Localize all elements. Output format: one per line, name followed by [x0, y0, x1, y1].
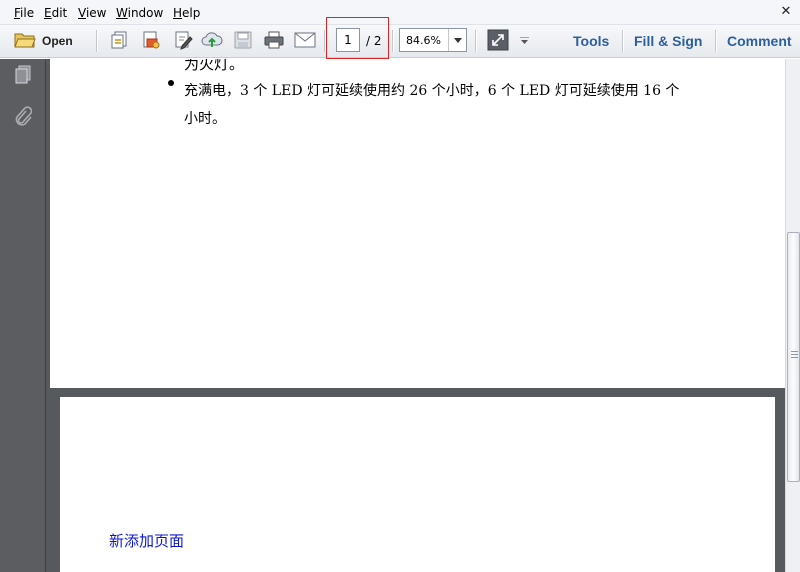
toolbar-separator — [715, 30, 716, 52]
save-icon — [233, 30, 253, 53]
menu-file[interactable]: File — [14, 6, 34, 20]
print-icon — [263, 30, 285, 53]
email-button[interactable] — [292, 29, 318, 53]
toolbar-separator — [475, 30, 476, 52]
edit-pdf-button[interactable] — [171, 29, 195, 53]
email-icon — [294, 32, 316, 51]
fit-page-icon — [487, 29, 509, 54]
bullet-point — [168, 80, 174, 86]
export-pdf-icon — [141, 30, 161, 53]
create-pdf-button[interactable] — [107, 29, 131, 53]
upload-cloud-button[interactable] — [200, 29, 224, 53]
toolbar-separator — [622, 30, 623, 52]
menu-bar: File Edit View Window Help ✕ — [0, 0, 800, 25]
attachments-icon — [14, 105, 33, 130]
close-window-button[interactable]: ✕ — [778, 4, 794, 19]
more-tools-icon — [519, 34, 529, 48]
zoom-value: 84.6% — [406, 34, 441, 47]
page-total-label: / 2 — [366, 34, 382, 48]
page-number-input[interactable]: 1 — [336, 28, 360, 52]
document-viewer[interactable]: 为火灯。 充满电，3 个 LED 灯可延续使用约 26 个小时，6 个 LED … — [46, 59, 785, 572]
toolbar-separator — [96, 30, 97, 52]
attachments-button[interactable] — [11, 105, 35, 129]
menu-edit[interactable]: Edit — [44, 6, 67, 20]
scrollbar-grip — [791, 354, 798, 355]
fit-page-button[interactable] — [486, 29, 510, 53]
scrollbar-grip — [791, 351, 798, 352]
create-pdf-icon — [109, 30, 129, 53]
bullet-text: 充满电，3 个 LED 灯可延续使用约 26 个小时，6 个 LED 灯可延续使… — [184, 83, 680, 127]
edit-pdf-icon — [173, 30, 193, 53]
navigation-pane — [0, 59, 46, 572]
page-thumbnails-button[interactable] — [11, 64, 35, 88]
chevron-down-icon[interactable] — [448, 29, 466, 51]
page-thumbnails-icon — [14, 65, 32, 88]
toolbar: Open 1 / 2 84.6% Tools Fill & Sign Comme… — [0, 25, 800, 58]
vertical-scrollbar[interactable] — [785, 59, 800, 572]
toolbar-separator — [324, 30, 325, 52]
tools-button[interactable]: Tools — [573, 33, 609, 49]
export-pdf-button[interactable] — [139, 29, 163, 53]
fill-and-sign-button[interactable]: Fill & Sign — [634, 33, 702, 49]
print-button[interactable] — [262, 29, 286, 53]
scrollbar-grip — [791, 357, 798, 358]
folder-open-icon — [14, 31, 36, 52]
upload-cloud-icon — [201, 30, 223, 53]
cut-off-text-line: 为火灯。 — [184, 59, 245, 73]
save-button[interactable] — [231, 29, 255, 53]
menu-help[interactable]: Help — [173, 6, 200, 20]
comment-button[interactable]: Comment — [727, 33, 792, 49]
zoom-select[interactable]: 84.6% — [399, 28, 467, 52]
pdf-page-2: 新添加页面 — [60, 397, 775, 572]
scrollbar-thumb[interactable] — [787, 232, 800, 482]
more-tools-button[interactable] — [517, 29, 531, 53]
pdf-page-1: 为火灯。 充满电，3 个 LED 灯可延续使用约 26 个小时，6 个 LED … — [50, 59, 785, 388]
toolbar-separator — [392, 30, 393, 52]
menu-view[interactable]: View — [78, 6, 106, 20]
open-button[interactable]: Open — [14, 29, 86, 53]
menu-window[interactable]: Window — [116, 6, 163, 20]
added-page-text: 新添加页面 — [109, 532, 185, 550]
